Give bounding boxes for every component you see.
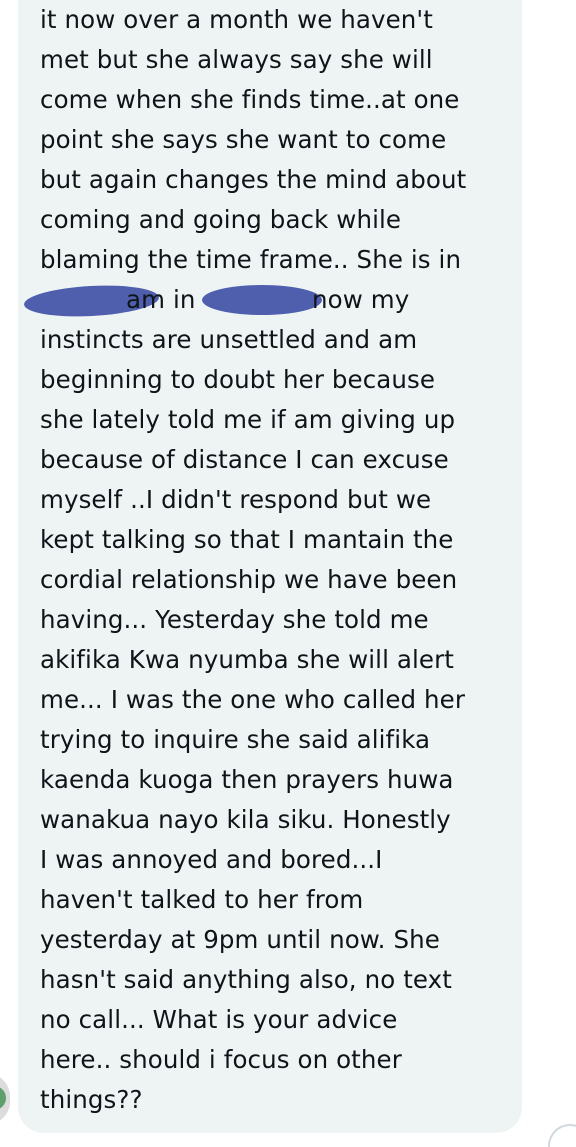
message-line: hasn't said anything also, no text [40, 965, 452, 994]
message-line: here.. should i focus on other [40, 1045, 402, 1074]
message-line: akifika Kwa nyumba she will alert [40, 645, 454, 674]
message-line: come when she finds time..at one [40, 85, 460, 114]
message-line: instincts are unsettled and am [40, 325, 418, 354]
message-line: wanakua nayo kila siku. Honestly [40, 805, 451, 834]
message-line: because of distance I can excuse [40, 445, 449, 474]
avatar[interactable] [0, 1074, 10, 1124]
message-line: yesterday at 9pm until now. She [40, 925, 440, 954]
message-segment: now my [312, 285, 410, 314]
message-line: met but she always say she will [40, 45, 433, 74]
message-line-redacted: am in now my [23, 280, 510, 320]
message-line: me... I was the one who called her [40, 685, 466, 714]
message-text: it now over a month we haven't met but s… [23, 0, 510, 1120]
message-line: no call... What is your advice [40, 1005, 398, 1034]
message-line: beginning to doubt her because [40, 365, 436, 394]
message-line: coming and going back while [40, 205, 402, 234]
message-line: myself ..I didn't respond but we [40, 485, 432, 514]
next-bubble-edge [548, 1124, 576, 1147]
message-line: haven't talked to her from [40, 885, 364, 914]
message-line: kaenda kuoga then prayers huwa [40, 765, 454, 794]
message-line: things?? [40, 1085, 143, 1114]
message-line: I was annoyed and bored...I [40, 845, 383, 874]
screenshot: it now over a month we haven't met but s… [0, 0, 576, 1147]
avatar-shirt [0, 1086, 6, 1110]
message-line: cordial relationship we have been [40, 565, 458, 594]
message-line: trying to inquire she said alifika [40, 725, 431, 754]
message-segment: am in [126, 285, 196, 314]
message-line: having... Yesterday she told me [40, 605, 429, 634]
message-line: point she says she want to come [40, 125, 447, 154]
message-line: blaming the time frame.. She is in [40, 245, 462, 274]
message-line: she lately told me if am giving up [40, 405, 456, 434]
message-line: it now over a month we haven't [40, 5, 433, 34]
message-line: kept talking so that I mantain the [40, 525, 454, 554]
message-line: but again changes the mind about [40, 165, 467, 194]
redaction-mark [202, 285, 322, 315]
